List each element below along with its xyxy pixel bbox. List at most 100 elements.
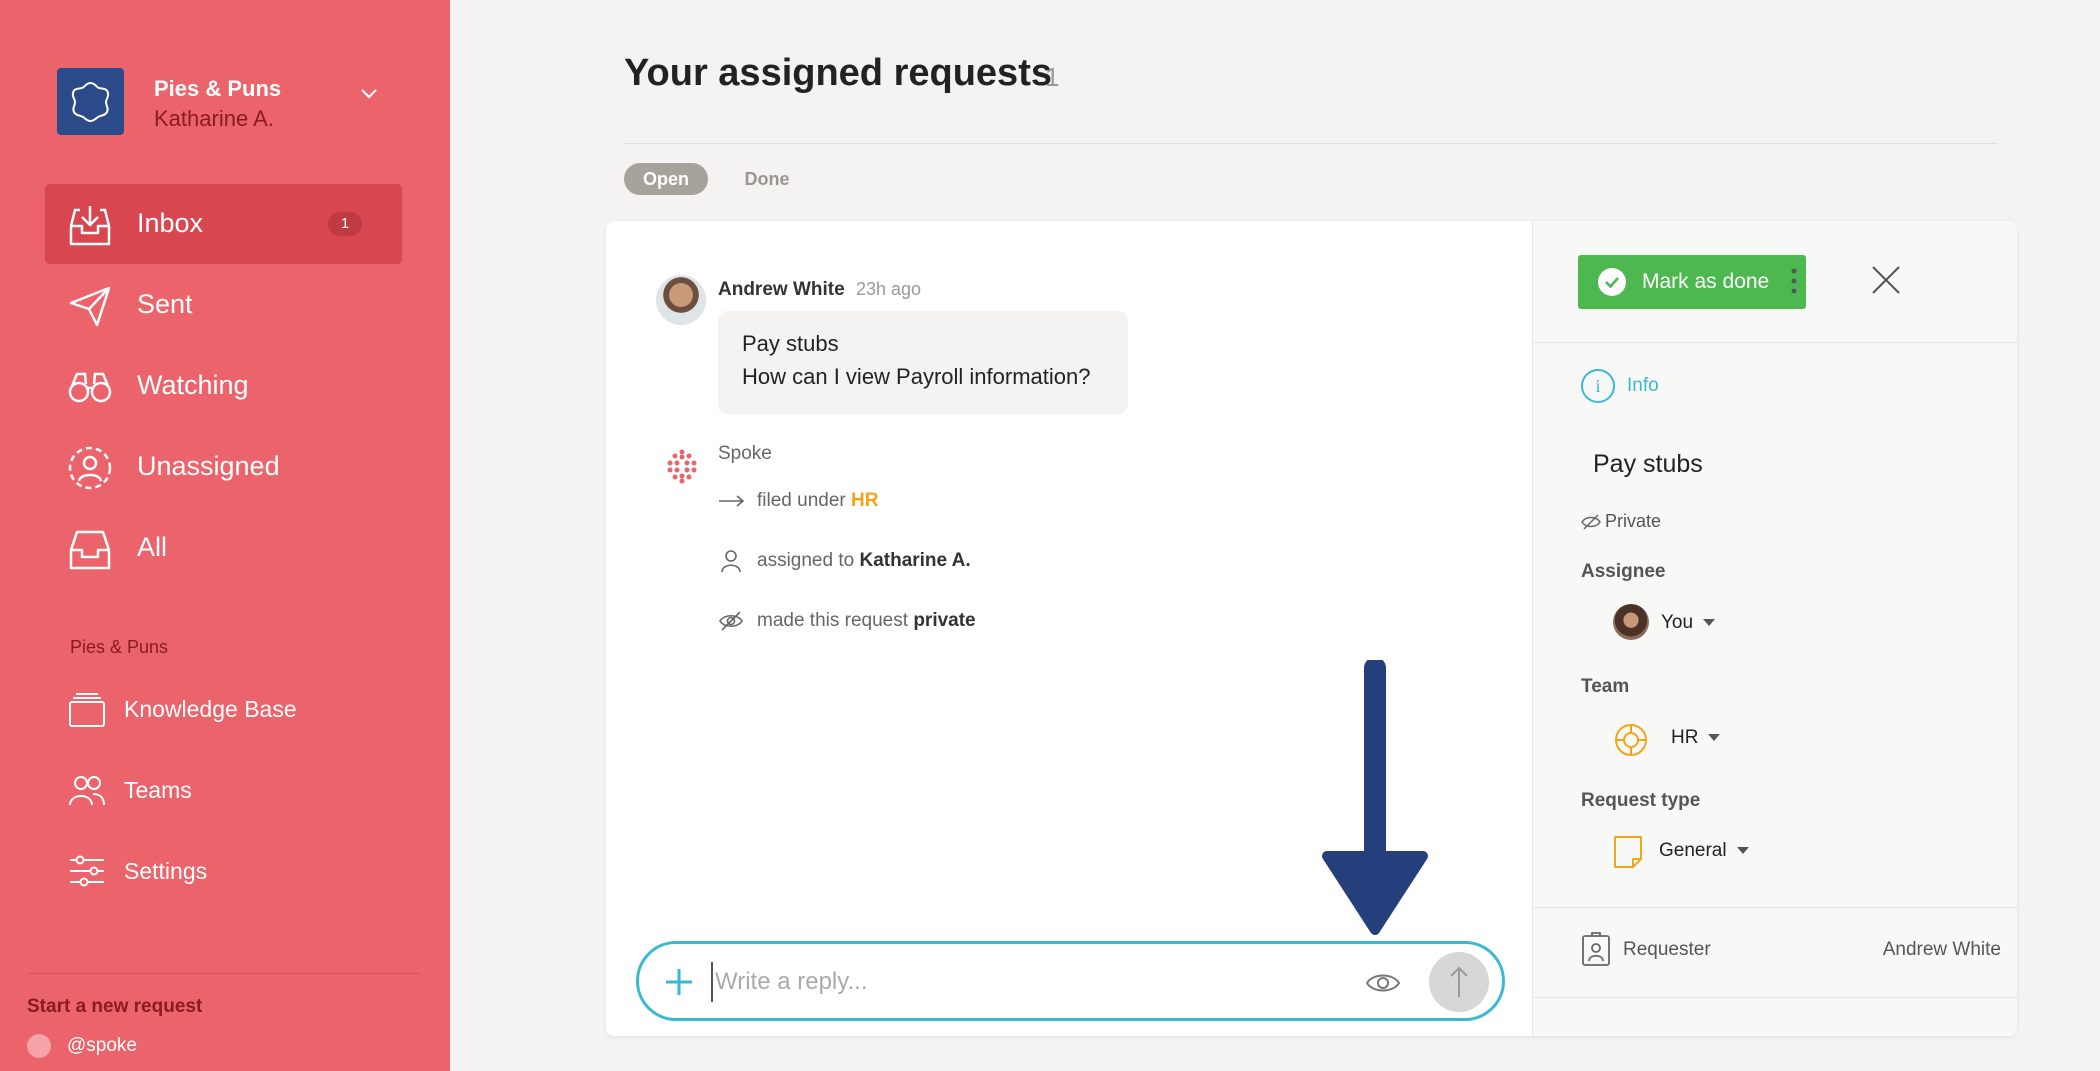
binoculars-icon	[68, 372, 112, 403]
sidebar-item-knowledge-base[interactable]: Knowledge Base	[68, 680, 398, 740]
mark-as-done-button[interactable]: Mark as done	[1578, 255, 1806, 309]
arrow-right-icon	[719, 495, 744, 507]
requester-row: Requester Andrew White	[1581, 931, 2001, 967]
privacy-status: Private	[1581, 511, 1661, 532]
sidebar-item-all[interactable]: All	[45, 508, 402, 588]
eye-icon[interactable]	[1364, 964, 1402, 1002]
workspace-switcher[interactable]: Pies & Puns Katharine A.	[57, 68, 407, 138]
plus-icon[interactable]	[659, 962, 699, 1002]
sidebar-item-sent[interactable]: Sent	[45, 265, 402, 345]
avatar	[1613, 604, 1649, 640]
sidebar-item-label: Unassigned	[137, 451, 280, 481]
slack-handle-label: @spoke	[67, 1035, 137, 1057]
sidebar-item-inbox[interactable]: Inbox 1	[45, 184, 402, 264]
user-dashed-icon	[68, 446, 112, 490]
inbox-count-badge: 1	[328, 212, 362, 236]
request-type-label: Request type	[1581, 790, 1701, 811]
privacy-label: Private	[1605, 511, 1662, 531]
sidebar-item-teams[interactable]: Teams	[68, 761, 398, 821]
arrow-up-icon	[1450, 966, 1468, 997]
sidebar-item-label: Knowledge Base	[124, 696, 297, 722]
assignee-label: Assignee	[1581, 561, 1666, 582]
panel-divider	[1533, 997, 2017, 998]
chevron-down-icon[interactable]	[360, 88, 378, 100]
system-author: Spoke	[718, 443, 772, 464]
request-type-value: General	[1659, 840, 1727, 861]
event-assignee: Katharine A.	[859, 550, 971, 571]
workspace-user: Katharine A.	[154, 106, 274, 131]
sidebar-divider	[28, 973, 420, 974]
reply-composer	[636, 941, 1505, 1021]
annotation-arrow-icon	[1322, 660, 1428, 935]
caret-down-icon	[1703, 619, 1716, 627]
event-text: filed under	[757, 490, 852, 511]
event-text: made this request	[757, 610, 914, 631]
lifebuoy-icon	[1615, 724, 1647, 756]
team-label: Team	[1581, 676, 1630, 697]
user-icon	[721, 550, 741, 573]
tab-open[interactable]: Open	[624, 163, 708, 195]
sidebar-item-label: Sent	[137, 289, 193, 319]
sidebar-item-watching[interactable]: Watching	[45, 346, 402, 426]
message-author[interactable]: Andrew White	[718, 279, 845, 301]
caret-down-icon	[1708, 734, 1721, 742]
mark-as-done-label: Mark as done	[1642, 270, 1770, 293]
request-title: Pay stubs	[1593, 450, 1703, 478]
assignee-dropdown[interactable]: You	[1661, 612, 1716, 634]
id-badge-icon	[1582, 932, 1610, 966]
requester-label: Requester	[1623, 939, 1711, 960]
eye-slash-icon	[1581, 514, 1601, 530]
tab-done[interactable]: Done	[730, 163, 804, 195]
sidebar-item-unassigned[interactable]: Unassigned	[45, 427, 402, 507]
sidebar: Pies & Puns Katharine A. Inbox 1 Sent Wa…	[0, 0, 450, 1071]
eye-slash-icon	[719, 611, 743, 631]
slack-icon	[27, 1034, 51, 1058]
start-new-request-link[interactable]: Start a new request	[27, 996, 202, 1018]
caret-down-icon	[1736, 847, 1749, 855]
requester-value[interactable]: Andrew White	[1883, 939, 2001, 961]
close-icon[interactable]	[1869, 263, 1903, 297]
page-title: Your assigned requests	[624, 52, 1052, 94]
sidebar-section-title: Pies & Puns	[70, 637, 169, 657]
request-count: 1	[1045, 62, 1060, 92]
message-time: 23h ago	[856, 279, 922, 299]
paper-plane-icon	[69, 286, 111, 327]
request-details-panel: Mark as done i Info Pay stubs Private As…	[1532, 221, 2017, 1036]
workspace-name: Pies & Puns	[154, 76, 282, 101]
request-card: Andrew White 23h ago Pay stubs How can I…	[606, 221, 2017, 1036]
tab-info-label: Info	[1627, 375, 1659, 396]
check-circle-icon	[1598, 268, 1626, 296]
more-options-icon[interactable]	[1779, 259, 1809, 303]
users-icon	[69, 776, 105, 806]
panel-divider	[1533, 342, 2017, 343]
sidebar-item-settings[interactable]: Settings	[68, 842, 398, 902]
team-dropdown[interactable]: HR	[1671, 727, 1721, 749]
info-icon: i	[1581, 369, 1615, 403]
request-type-dropdown[interactable]: General	[1659, 840, 1749, 862]
event-text: assigned to	[757, 550, 860, 571]
event-team-link[interactable]: HR	[851, 490, 878, 511]
message-bubble: Pay stubs How can I view Payroll informa…	[718, 311, 1128, 414]
avatar[interactable]	[656, 275, 706, 325]
message-body: How can I view Payroll information?	[742, 364, 1091, 389]
sidebar-item-label: Watching	[137, 370, 249, 400]
spoke-logo-icon	[667, 449, 697, 484]
sidebar-item-label: Teams	[124, 777, 192, 803]
sidebar-item-label: Settings	[124, 858, 208, 884]
tray-icon	[69, 530, 111, 570]
header-divider	[624, 143, 1998, 144]
sidebar-item-label: Inbox	[137, 208, 204, 238]
sidebar-item-label: All	[137, 532, 168, 562]
event-privacy: private	[913, 610, 976, 631]
send-button[interactable]	[1429, 952, 1489, 1012]
inbox-icon	[69, 206, 111, 246]
sliders-icon	[70, 855, 104, 887]
message-title: Pay stubs	[742, 331, 839, 356]
workspace-logo	[57, 68, 124, 135]
sticky-note-icon	[1614, 836, 1642, 868]
reply-input[interactable]	[711, 962, 1311, 1002]
team-value: HR	[1671, 727, 1699, 748]
panel-divider	[1533, 907, 2017, 908]
slack-handle[interactable]: @spoke	[27, 1034, 137, 1058]
assignee-value: You	[1661, 612, 1694, 633]
